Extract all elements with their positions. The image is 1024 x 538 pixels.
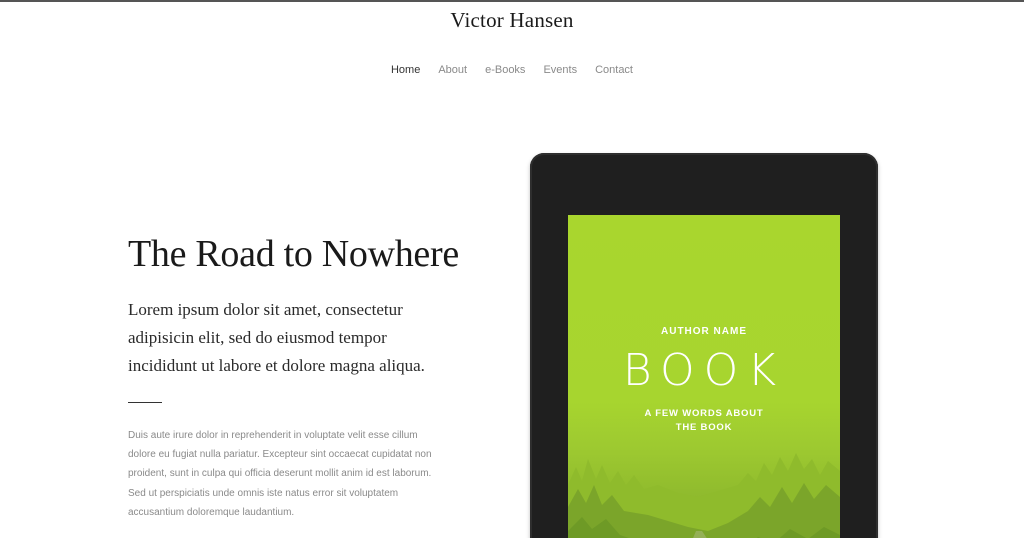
nav-item-home[interactable]: Home bbox=[382, 64, 429, 76]
nav-item-contact[interactable]: Contact bbox=[586, 64, 642, 76]
book-cover-title: BOOK bbox=[622, 345, 786, 396]
hero-body-paragraph: Duis aute irure dolor in reprehenderit i… bbox=[128, 430, 432, 518]
section-divider bbox=[128, 402, 162, 403]
forest-illustration bbox=[568, 453, 840, 538]
book-cover-author: AUTHOR NAME bbox=[661, 326, 747, 337]
hero-title: The Road to Nowhere bbox=[128, 233, 459, 275]
site-title[interactable]: Victor Hansen bbox=[0, 8, 1024, 33]
book-cover-tagline: A FEW WORDS ABOUT THE BOOK bbox=[644, 408, 764, 433]
nav-item-about[interactable]: About bbox=[429, 64, 476, 76]
ereader-device-image: AUTHOR NAME BOOK A FEW WORDS ABOUT THE B… bbox=[530, 153, 878, 538]
nav-item-events[interactable]: Events bbox=[534, 64, 586, 76]
main-nav: Home About e-Books Events Contact bbox=[0, 64, 1024, 76]
book-cover: AUTHOR NAME BOOK A FEW WORDS ABOUT THE B… bbox=[568, 215, 840, 538]
nav-item-ebooks[interactable]: e-Books bbox=[476, 64, 534, 76]
hero-lead-paragraph: Lorem ipsum dolor sit amet, consectetur … bbox=[128, 300, 425, 375]
top-border-line bbox=[0, 0, 1024, 2]
